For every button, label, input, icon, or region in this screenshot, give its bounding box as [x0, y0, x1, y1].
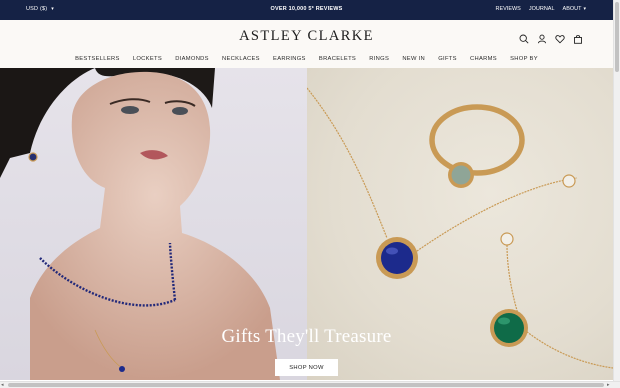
bag-icon[interactable]	[573, 31, 583, 44]
hero-banner[interactable]: Gifts They'll Treasure SHOP NOW	[0, 68, 613, 380]
nav-item-bracelets[interactable]: BRACELETS	[312, 56, 362, 62]
nav-item-rings[interactable]: RINGS	[363, 56, 396, 62]
shop-now-button[interactable]: SHOP NOW	[275, 359, 338, 376]
nav-item-charms[interactable]: CHARMS	[463, 56, 503, 62]
top-links: REVIEWS JOURNAL ABOUT ▾	[495, 6, 586, 12]
header-icons	[519, 31, 583, 44]
scroll-left-icon[interactable]: ◂	[1, 382, 4, 388]
wishlist-heart-icon[interactable]	[555, 31, 565, 44]
nav-item-bestsellers[interactable]: BESTSELLERS	[69, 56, 127, 62]
nav-item-lockets[interactable]: LOCKETS	[126, 56, 168, 62]
nav-item-shop-by[interactable]: SHOP BY	[504, 56, 545, 62]
link-reviews[interactable]: REVIEWS	[495, 6, 520, 12]
horizontal-scrollbar[interactable]: ◂ ▸	[0, 381, 620, 388]
horizontal-scrollbar-thumb[interactable]	[8, 383, 604, 387]
account-icon[interactable]	[537, 31, 547, 44]
nav-item-gifts[interactable]: GIFTS	[432, 56, 464, 62]
link-journal[interactable]: JOURNAL	[529, 6, 555, 12]
nav-item-necklaces[interactable]: NECKLACES	[215, 56, 266, 62]
scroll-right-icon[interactable]: ▸	[607, 382, 610, 388]
site-header: ASTLEY CLARKE BESTSELLERS LOCKETS DIAMON…	[0, 20, 613, 68]
main-nav: BESTSELLERS LOCKETS DIAMONDS NECKLACES E…	[0, 56, 613, 62]
nav-item-new-in[interactable]: NEW IN	[396, 56, 432, 62]
announcement-bar: USD ($) ▾ OVER 10,000 5* REVIEWS REVIEWS…	[0, 0, 613, 20]
search-icon[interactable]	[519, 31, 529, 44]
link-about[interactable]: ABOUT ▾	[563, 6, 586, 12]
vertical-scrollbar[interactable]	[613, 0, 620, 381]
hero-headline: Gifts They'll Treasure	[221, 326, 392, 347]
chevron-down-icon: ▾	[583, 6, 586, 12]
vertical-scrollbar-thumb[interactable]	[615, 2, 619, 72]
nav-item-diamonds[interactable]: DIAMONDS	[169, 56, 216, 62]
nav-item-earrings[interactable]: EARRINGS	[266, 56, 312, 62]
link-about-label: ABOUT	[562, 6, 582, 12]
